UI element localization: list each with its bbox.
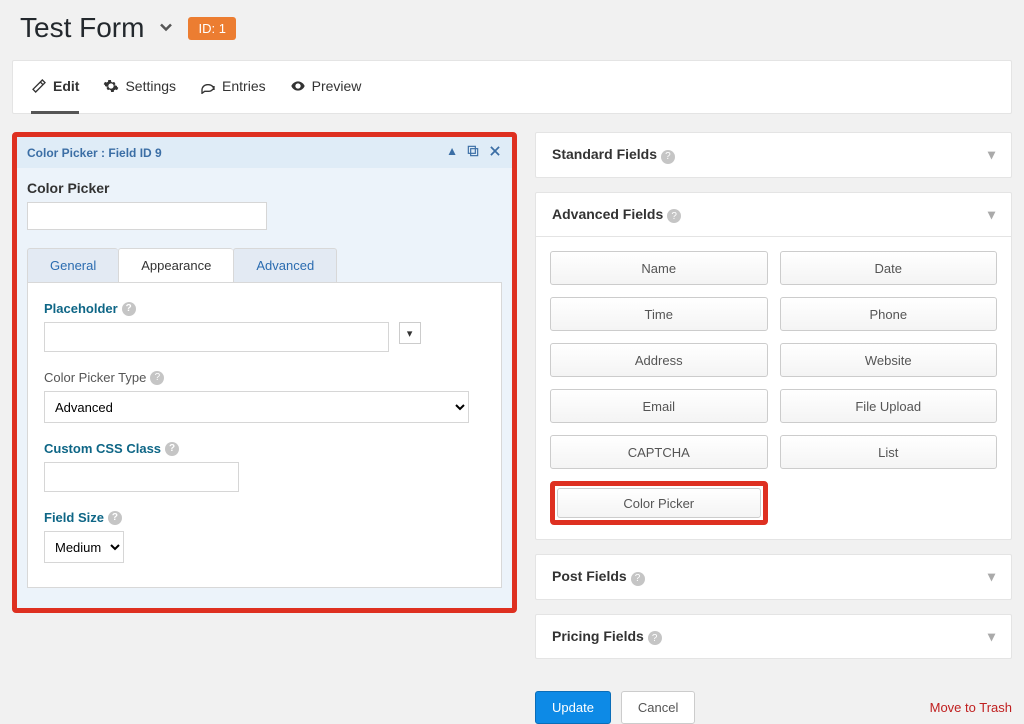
field-preview-label: Color Picker <box>27 180 502 196</box>
cancel-button[interactable]: Cancel <box>621 691 695 724</box>
help-icon[interactable]: ? <box>661 150 675 164</box>
highlight-colorpicker: Color Picker <box>550 481 768 525</box>
field-editor: Color Picker : Field ID 9 ▲ Color Picker <box>12 132 517 613</box>
placeholder-label: Placeholder ? <box>44 301 485 316</box>
panel-post-fields: Post Fields ? ▾ <box>535 554 1012 600</box>
add-field-date[interactable]: Date <box>780 251 998 285</box>
chevron-down-icon[interactable] <box>156 17 176 40</box>
panel-standard-fields: Standard Fields ? ▾ <box>535 132 1012 178</box>
close-icon[interactable] <box>488 144 502 161</box>
add-field-time[interactable]: Time <box>550 297 768 331</box>
form-title: Test Form <box>20 12 144 44</box>
duplicate-icon[interactable] <box>466 144 480 161</box>
panel-header-advanced[interactable]: Advanced Fields ? ▾ <box>536 193 1011 237</box>
tab-appearance[interactable]: Appearance <box>118 248 233 282</box>
add-field-address[interactable]: Address <box>550 343 768 377</box>
update-button[interactable]: Update <box>535 691 611 724</box>
merge-tag-button[interactable]: ▾ <box>399 322 421 344</box>
page-header: Test Form ID: 1 <box>12 12 1012 44</box>
add-field-captcha[interactable]: CAPTCHA <box>550 435 768 469</box>
placeholder-input[interactable] <box>44 322 389 352</box>
add-field-fileupload[interactable]: File Upload <box>780 389 998 423</box>
color-preview-input[interactable] <box>27 202 267 230</box>
colorpicker-type-select[interactable]: Advanced <box>44 391 469 423</box>
field-header-title: Color Picker : Field ID 9 <box>27 146 162 160</box>
field-editor-header[interactable]: Color Picker : Field ID 9 ▲ <box>17 137 512 168</box>
chevron-down-icon: ▾ <box>988 146 995 163</box>
colorpicker-type-label: Color Picker Type ? <box>44 370 485 385</box>
nav-preview[interactable]: Preview <box>290 60 362 114</box>
field-preview: Color Picker <box>17 168 512 248</box>
tab-advanced[interactable]: Advanced <box>233 248 337 282</box>
nav-edit[interactable]: Edit <box>31 60 79 114</box>
css-class-input[interactable] <box>44 462 239 492</box>
help-icon[interactable]: ? <box>667 209 681 223</box>
chevron-down-icon: ▾ <box>988 206 995 223</box>
id-badge: ID: 1 <box>188 17 235 40</box>
help-icon[interactable]: ? <box>631 572 645 586</box>
main-nav: Edit Settings Entries Preview <box>12 60 1012 114</box>
add-field-list[interactable]: List <box>780 435 998 469</box>
field-size-select[interactable]: Medium <box>44 531 124 563</box>
help-icon[interactable]: ? <box>108 511 122 525</box>
settings-tabs: General Appearance Advanced <box>27 248 502 282</box>
help-icon[interactable]: ? <box>122 302 136 316</box>
add-field-email[interactable]: Email <box>550 389 768 423</box>
add-field-website[interactable]: Website <box>780 343 998 377</box>
add-field-name[interactable]: Name <box>550 251 768 285</box>
chevron-down-icon: ▾ <box>988 628 995 645</box>
collapse-icon[interactable]: ▲ <box>446 144 458 161</box>
chevron-down-icon: ▾ <box>988 568 995 585</box>
help-icon[interactable]: ? <box>150 371 164 385</box>
panel-header-standard[interactable]: Standard Fields ? ▾ <box>536 133 1011 177</box>
comment-icon <box>200 78 216 94</box>
settings-body: Placeholder ? ▾ Color Picker Type ? Adva… <box>27 282 502 588</box>
add-field-phone[interactable]: Phone <box>780 297 998 331</box>
help-icon[interactable]: ? <box>648 631 662 645</box>
css-class-label: Custom CSS Class ? <box>44 441 485 456</box>
add-field-colorpicker[interactable]: Color Picker <box>557 488 761 518</box>
panel-header-post[interactable]: Post Fields ? ▾ <box>536 555 1011 599</box>
panel-header-pricing[interactable]: Pricing Fields ? ▾ <box>536 615 1011 659</box>
field-size-label: Field Size ? <box>44 510 485 525</box>
pencil-icon <box>31 78 47 94</box>
tab-general[interactable]: General <box>27 248 118 282</box>
nav-settings[interactable]: Settings <box>103 60 176 114</box>
gear-icon <box>103 78 119 94</box>
panel-advanced-fields: Advanced Fields ? ▾ Name Date Time Phone… <box>535 192 1012 541</box>
panel-pricing-fields: Pricing Fields ? ▾ <box>535 614 1012 660</box>
move-to-trash-link[interactable]: Move to Trash <box>930 700 1012 715</box>
nav-entries[interactable]: Entries <box>200 60 266 114</box>
help-icon[interactable]: ? <box>165 442 179 456</box>
eye-icon <box>290 78 306 94</box>
form-actions: Update Cancel Move to Trash <box>535 691 1012 724</box>
